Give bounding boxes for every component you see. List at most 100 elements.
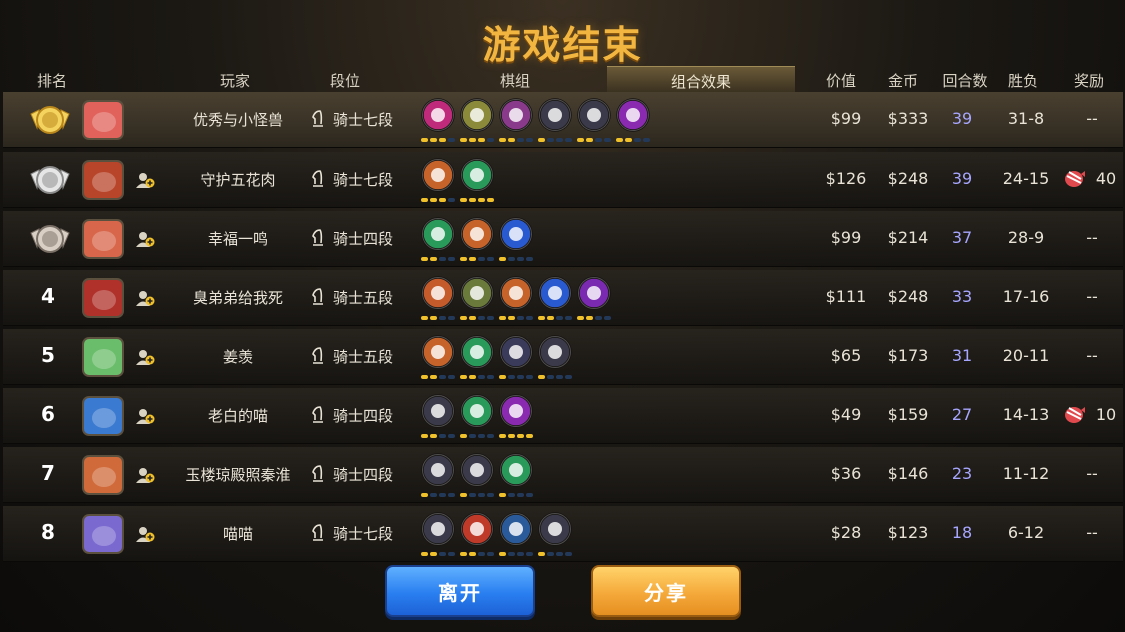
synergy-bar-segment (547, 552, 554, 556)
synergy-bar-segment (517, 138, 524, 142)
synergy-bar-segment (469, 138, 476, 142)
gear-icon[interactable] (421, 512, 455, 546)
paw-icon[interactable] (460, 158, 494, 192)
chain-icon[interactable] (538, 335, 572, 369)
owl-icon[interactable] (460, 98, 494, 132)
synergy-bar-segment (517, 375, 524, 379)
leaf-icon[interactable] (460, 217, 494, 251)
synergy-bar-segment (421, 493, 428, 497)
tier-label: 骑士五段 (333, 348, 394, 366)
share-button[interactable]: 分享 (591, 565, 741, 617)
add-friend-icon[interactable] (135, 229, 155, 249)
synergy-bar-segment (448, 198, 455, 202)
player-name[interactable]: 臭弟弟给我死 (163, 287, 313, 308)
demon-icon[interactable] (499, 394, 533, 428)
synergy-bar-segment (526, 552, 533, 556)
tab-effects[interactable]: 组合效果 (607, 66, 795, 92)
synergy-bar-segment (430, 138, 437, 142)
add-friend-icon[interactable] (135, 288, 155, 308)
paw-icon[interactable] (460, 394, 494, 428)
rank-number: 8 (41, 520, 55, 544)
rounds-cell: 27 (951, 405, 973, 424)
viking-icon[interactable] (421, 276, 455, 310)
helmet-icon[interactable] (538, 98, 572, 132)
lightning-icon[interactable] (421, 98, 455, 132)
reward-cell: 40 (1095, 169, 1117, 188)
synergy-bar-segment (517, 552, 524, 556)
paw-icon[interactable] (421, 217, 455, 251)
robot-icon[interactable] (499, 335, 533, 369)
player-name[interactable]: 喵喵 (163, 523, 313, 544)
add-friend-icon[interactable] (135, 347, 155, 367)
helmet-icon[interactable] (538, 512, 572, 546)
paw-icon[interactable] (460, 335, 494, 369)
add-friend-icon[interactable] (135, 524, 155, 544)
gold-cell: $146 (887, 464, 929, 483)
synergy-bar-segment (439, 375, 446, 379)
synergy-bar-segment (439, 316, 446, 320)
gold-cell: $159 (887, 405, 929, 424)
player-name[interactable]: 幸福一鸣 (163, 228, 313, 249)
reward-cell: 10 (1095, 405, 1117, 424)
carrot-icon[interactable] (499, 217, 533, 251)
synergy-bar-segment (547, 316, 554, 320)
synergy-bar-segment (439, 198, 446, 202)
leaf-icon[interactable] (499, 276, 533, 310)
knight-icon[interactable] (499, 98, 533, 132)
winloss-cell: 6-12 (1007, 523, 1045, 542)
value-cell: $28 (830, 523, 862, 542)
synergy-bar-segment (517, 316, 524, 320)
fist-icon[interactable] (577, 276, 611, 310)
synergy-bar-segment (508, 434, 515, 438)
helmet-icon[interactable] (460, 453, 494, 487)
avatar (82, 100, 124, 140)
demon-icon[interactable] (616, 98, 650, 132)
header-value: 价值 (825, 72, 856, 90)
synergy-bar-segment (469, 198, 476, 202)
gold-medal-icon (27, 100, 73, 140)
synergy-bar-segment (430, 257, 437, 261)
paw-icon[interactable] (499, 453, 533, 487)
bow-icon[interactable] (460, 276, 494, 310)
leaf-icon[interactable] (421, 158, 455, 192)
ogre-icon[interactable] (460, 512, 494, 546)
rounds-cell: 37 (951, 228, 973, 247)
synergy-bar-segment (508, 375, 515, 379)
value-cell: $111 (825, 287, 867, 306)
carrot-icon[interactable] (538, 276, 572, 310)
reward-cell: -- (1086, 523, 1098, 542)
synergy-bar-segment (499, 493, 506, 497)
synergy-bar-segment (517, 493, 524, 497)
synergy-bar-segment (526, 138, 533, 142)
synergy-bar-segment (448, 434, 455, 438)
leaf-icon[interactable] (421, 335, 455, 369)
synergy-bar-segment (439, 493, 446, 497)
add-friend-icon[interactable] (135, 170, 155, 190)
synergy-bar-segment (556, 316, 563, 320)
player-name[interactable]: 玉楼琼殿照秦淮 (163, 464, 313, 485)
synergy-bar-segment (547, 375, 554, 379)
tier-chess-icon (310, 522, 326, 542)
axe-icon[interactable] (421, 453, 455, 487)
axe-icon[interactable] (421, 394, 455, 428)
synergy-bar-segment (421, 375, 428, 379)
synergy-bar-segment (508, 552, 515, 556)
question-icon[interactable] (499, 512, 533, 546)
value-cell: $36 (830, 464, 862, 483)
rounds-cell: 33 (951, 287, 973, 306)
synergy-bar-segment (448, 257, 455, 261)
synergy-bar-segment (469, 434, 476, 438)
synergy-bar-segment (595, 316, 602, 320)
player-name[interactable]: 老白的喵 (163, 405, 313, 426)
add-friend-icon[interactable] (135, 465, 155, 485)
add-friend-icon[interactable] (135, 406, 155, 426)
player-name[interactable]: 守护五花肉 (163, 169, 313, 190)
synergy-bar-segment (526, 434, 533, 438)
leave-button[interactable]: 离开 (385, 565, 535, 617)
player-name[interactable]: 优秀与小怪兽 (163, 109, 313, 130)
synergy-bar-segment (526, 493, 533, 497)
table-row: 守护五花肉 骑士七段 $126 $248 39 24-15 40 (3, 152, 1123, 208)
cross-icon[interactable] (577, 98, 611, 132)
winloss-cell: 28-9 (1007, 228, 1045, 247)
player-name[interactable]: 姜羡 (163, 346, 313, 367)
